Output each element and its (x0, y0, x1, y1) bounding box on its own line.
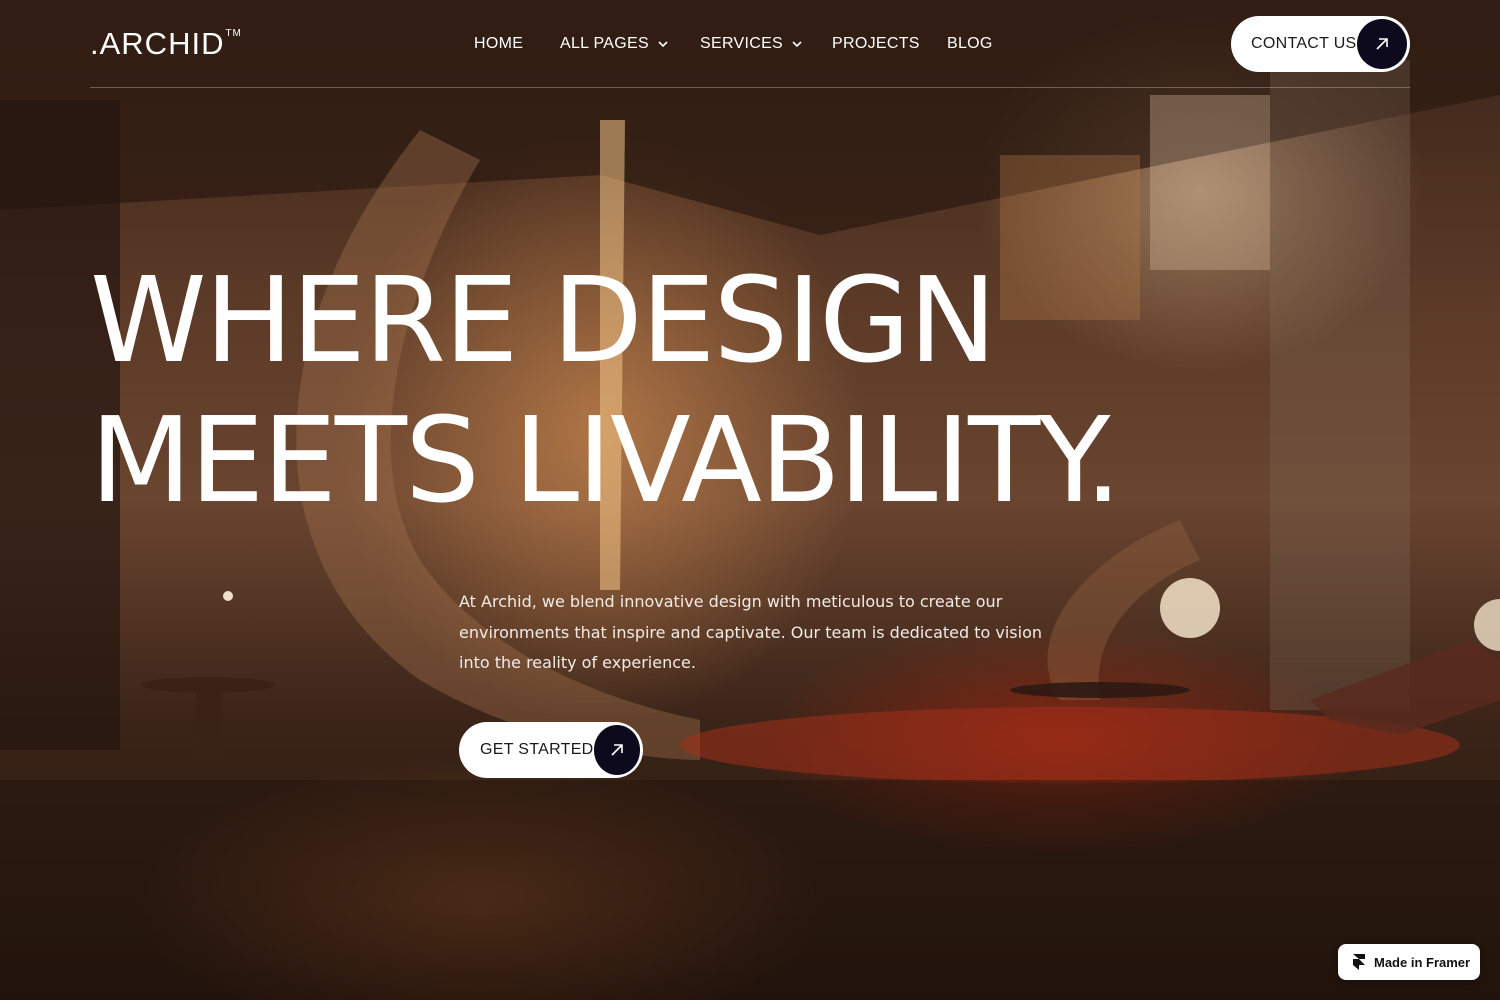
made-in-framer-label: Made in Framer (1374, 954, 1471, 970)
get-started-label: GET STARTED (480, 741, 594, 758)
right-pillar (1270, 60, 1410, 710)
side-table-base-left (196, 690, 222, 760)
nav-home-label: HOME (474, 35, 524, 52)
arrow-up-right-icon (1357, 19, 1407, 69)
trademark-mark: TM (225, 28, 242, 39)
nav-projects[interactable]: PROJECTS (832, 34, 947, 54)
hero-intro-text: At Archid, we blend innovative design wi… (459, 592, 1042, 672)
contact-us-button[interactable]: CONTACT US (1231, 16, 1410, 72)
nav-services[interactable]: SERVICES (700, 34, 832, 54)
chevron-down-icon (658, 41, 668, 48)
lamp-glow-right (1160, 578, 1220, 638)
contact-us-label: CONTACT US (1251, 35, 1357, 52)
framer-logo-icon (1353, 954, 1365, 970)
get-started-button[interactable]: GET STARTED (459, 722, 643, 778)
chevron-down-icon (792, 41, 802, 48)
nav-home[interactable]: HOME (474, 34, 560, 54)
nav-blog[interactable]: BLOG (947, 34, 993, 54)
lamp-glow-edge (1474, 599, 1500, 651)
hero-section: .ARCHIDTM HOME ALL PAGES SERVICES PROJEC… (0, 0, 1500, 1000)
site-logo[interactable]: .ARCHIDTM (90, 26, 242, 62)
lamp-light-left (223, 591, 233, 601)
headline-line-1: WHERE DESIGN (90, 251, 997, 389)
nav-all-pages-label: ALL PAGES (560, 35, 649, 52)
headline-line-2: MEETS LIVABILITY. (90, 391, 1122, 529)
nav-projects-label: PROJECTS (832, 35, 920, 52)
logo-text: .ARCHID (90, 26, 225, 61)
nav-services-label: SERVICES (700, 35, 784, 52)
arrow-up-right-icon (593, 725, 640, 775)
upper-window (1150, 95, 1270, 270)
made-in-framer-badge[interactable]: Made in Framer (1338, 944, 1480, 980)
nav-all-pages[interactable]: ALL PAGES (560, 34, 700, 54)
floor-shade (0, 780, 1500, 1000)
hero-headline: WHERE DESIGN MEETS LIVABILITY. (90, 250, 1122, 530)
site-header: .ARCHIDTM HOME ALL PAGES SERVICES PROJEC… (90, 0, 1410, 88)
coffee-table (1010, 682, 1190, 698)
main-nav: HOME ALL PAGES SERVICES PROJECTS BLOG (474, 34, 993, 54)
nav-blog-label: BLOG (947, 35, 993, 52)
